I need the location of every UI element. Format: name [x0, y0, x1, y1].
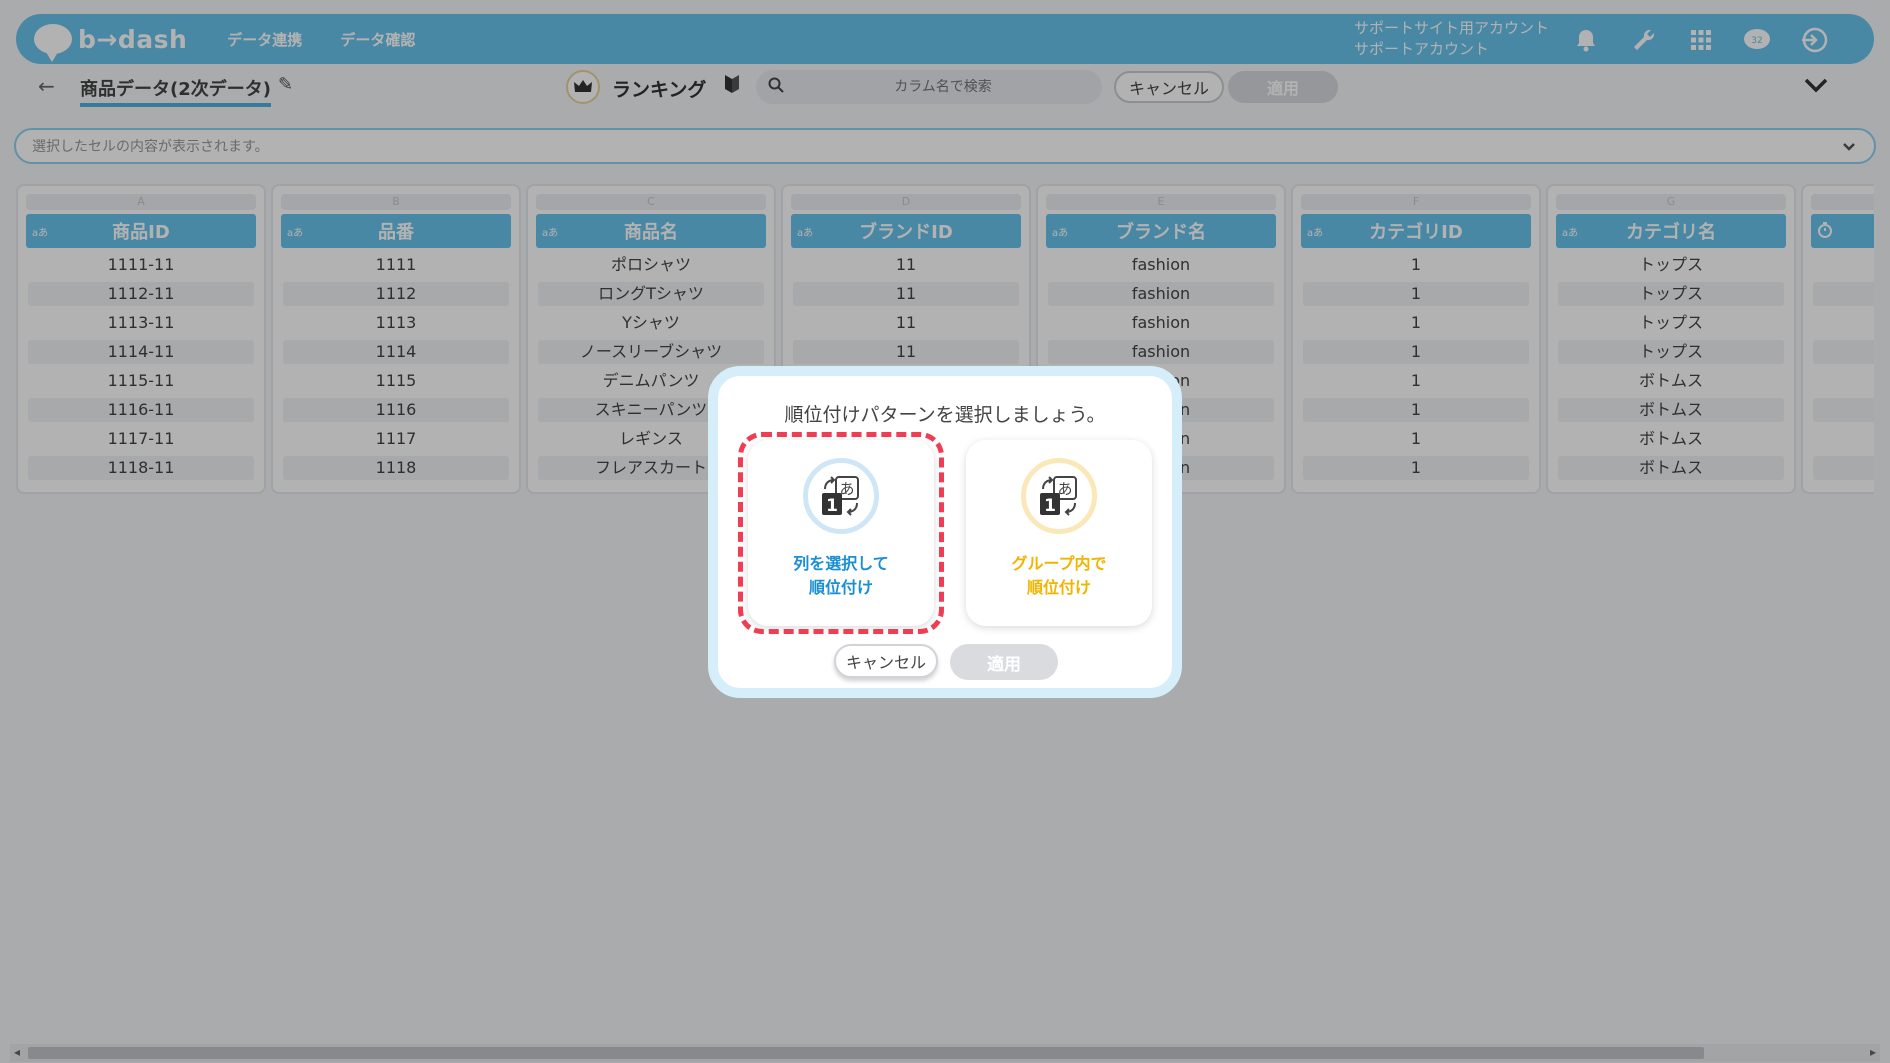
dialog-cancel-button[interactable]: キャンセル — [834, 644, 938, 678]
svg-text:1: 1 — [1044, 496, 1056, 516]
option-column-label: 列を選択して 順位付け — [793, 554, 889, 597]
dialog-apply-button[interactable]: 適用 — [950, 644, 1058, 680]
option-rank-by-column[interactable]: あ 1 列を選択して 順位付け — [748, 440, 934, 626]
option-rank-within-group[interactable]: あ 1 グループ内で 順位付け — [966, 440, 1152, 626]
rank-sort-icon: あ 1 — [1021, 458, 1097, 534]
ranking-pattern-dialog: 順位付けパターンを選択しましょう。 あ 1 列を選択して 順位付け あ 1 グル… — [708, 366, 1182, 698]
dialog-title: 順位付けパターンを選択しましょう。 — [784, 404, 1106, 426]
option-group-label: グループ内で 順位付け — [1011, 554, 1107, 597]
svg-text:1: 1 — [826, 496, 838, 516]
rank-sort-icon: あ 1 — [803, 458, 879, 534]
